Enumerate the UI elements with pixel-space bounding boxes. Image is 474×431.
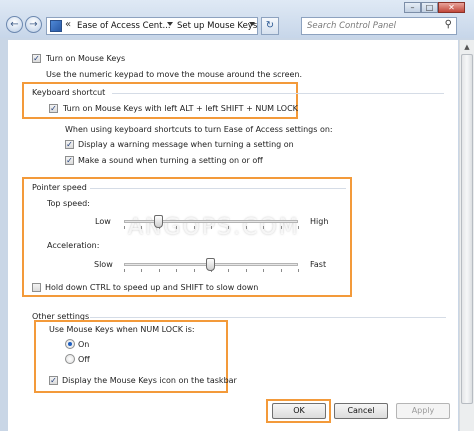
slider-tick: [228, 226, 230, 229]
divider: [90, 317, 446, 318]
slider-tick: [263, 226, 265, 229]
top-speed-label: Top speed:: [47, 199, 90, 208]
slider-tick: [158, 269, 160, 272]
slider-tick: [141, 226, 143, 229]
turn-on-description: Use the numeric keypad to move the mouse…: [46, 70, 303, 79]
control-panel-icon: [50, 20, 62, 32]
numlock-on-radio[interactable]: [65, 339, 75, 349]
sound-label: Make a sound when turning a setting on o…: [78, 156, 263, 165]
numlock-on-label: On: [78, 340, 90, 349]
slider-tick: [124, 269, 125, 272]
taskbar-icon-label: Display the Mouse Keys icon on the taskb…: [62, 376, 237, 385]
scroll-up-arrow-icon[interactable]: ▲: [460, 40, 474, 54]
apply-button[interactable]: Apply: [396, 403, 450, 419]
breadcrumb-overflow[interactable]: «: [65, 19, 71, 30]
content-panel: ✓ Turn on Mouse Keys Use the numeric key…: [8, 40, 458, 431]
scrollbar-thumb[interactable]: [461, 54, 473, 404]
minimize-button[interactable]: –: [404, 2, 421, 13]
slider-tick: [176, 226, 178, 229]
slider-tick: [280, 226, 282, 229]
top-speed-track: [124, 220, 298, 223]
close-button[interactable]: ✕: [438, 2, 465, 13]
turn-on-mouse-keys-checkbox[interactable]: ✓: [32, 54, 41, 63]
sound-checkbox[interactable]: ✓: [65, 156, 74, 165]
divider: [112, 93, 444, 94]
forward-button[interactable]: →: [25, 16, 42, 33]
search-input[interactable]: Search Control Panel ⚲: [301, 17, 457, 35]
search-icon[interactable]: ⚲: [445, 19, 452, 30]
warning-label: Display a warning message when turning a…: [78, 140, 294, 149]
taskbar-icon-checkbox[interactable]: ✓: [49, 376, 58, 385]
slider-tick: [141, 269, 143, 272]
slider-tick: [298, 269, 299, 272]
turn-on-mouse-keys-label: Turn on Mouse Keys: [46, 54, 126, 63]
slider-tick: [245, 226, 247, 229]
vertical-scrollbar[interactable]: ▲: [459, 40, 474, 431]
slider-tick: [263, 269, 265, 272]
acceleration-label: Acceleration:: [47, 241, 100, 250]
chevron-down-icon[interactable]: [167, 22, 173, 26]
shortcut-subheading: When using keyboard shortcuts to turn Ea…: [65, 125, 333, 134]
slider-tick: [193, 269, 195, 272]
breadcrumb-ease-of-access[interactable]: Ease of Access Cent...: [77, 21, 171, 31]
pointer-speed-highlight: [22, 177, 352, 297]
slider-tick: [228, 269, 230, 272]
top-speed-high-label: High: [310, 217, 329, 226]
acceleration-slider-thumb[interactable]: [206, 258, 215, 271]
search-placeholder: Search Control Panel: [307, 21, 397, 31]
shortcut-label: Turn on Mouse Keys with left ALT + left …: [63, 104, 298, 113]
pointer-speed-heading: Pointer speed: [32, 183, 87, 192]
numlock-label: Use Mouse Keys when NUM LOCK is:: [49, 325, 195, 334]
slider-tick: [280, 269, 282, 272]
ctrl-shift-checkbox[interactable]: [32, 283, 41, 292]
slider-tick: [193, 226, 195, 229]
numlock-off-radio[interactable]: [65, 354, 75, 364]
maximize-button[interactable]: □: [421, 2, 438, 13]
acceleration-fast-label: Fast: [310, 260, 327, 269]
breadcrumb-set-up-mouse-keys[interactable]: Set up Mouse Keys: [177, 21, 257, 31]
acceleration-slow-label: Slow: [94, 260, 113, 269]
numlock-off-label: Off: [78, 355, 90, 364]
slider-tick: [211, 226, 212, 229]
warning-checkbox[interactable]: ✓: [65, 140, 74, 149]
cancel-button[interactable]: Cancel: [334, 403, 388, 419]
address-bar-area: – □ ✕ ← → « Ease of Access Cent... Set u…: [0, 0, 474, 38]
refresh-icon[interactable]: ↻: [261, 17, 279, 35]
slider-tick: [298, 226, 299, 229]
address-field[interactable]: « Ease of Access Cent... Set up Mouse Ke…: [46, 17, 258, 35]
keyboard-shortcut-heading: Keyboard shortcut: [32, 88, 106, 97]
top-speed-slider-thumb[interactable]: [153, 215, 163, 228]
ok-button[interactable]: OK: [272, 403, 326, 419]
shortcut-checkbox[interactable]: ✓: [49, 104, 58, 113]
chevron-down-icon[interactable]: [249, 22, 255, 26]
divider: [90, 188, 346, 189]
top-speed-low-label: Low: [95, 217, 111, 226]
ctrl-shift-label: Hold down CTRL to speed up and SHIFT to …: [45, 283, 259, 292]
slider-tick: [124, 226, 125, 229]
back-button[interactable]: ←: [6, 16, 23, 33]
slider-tick: [245, 269, 247, 272]
slider-tick: [176, 269, 178, 272]
